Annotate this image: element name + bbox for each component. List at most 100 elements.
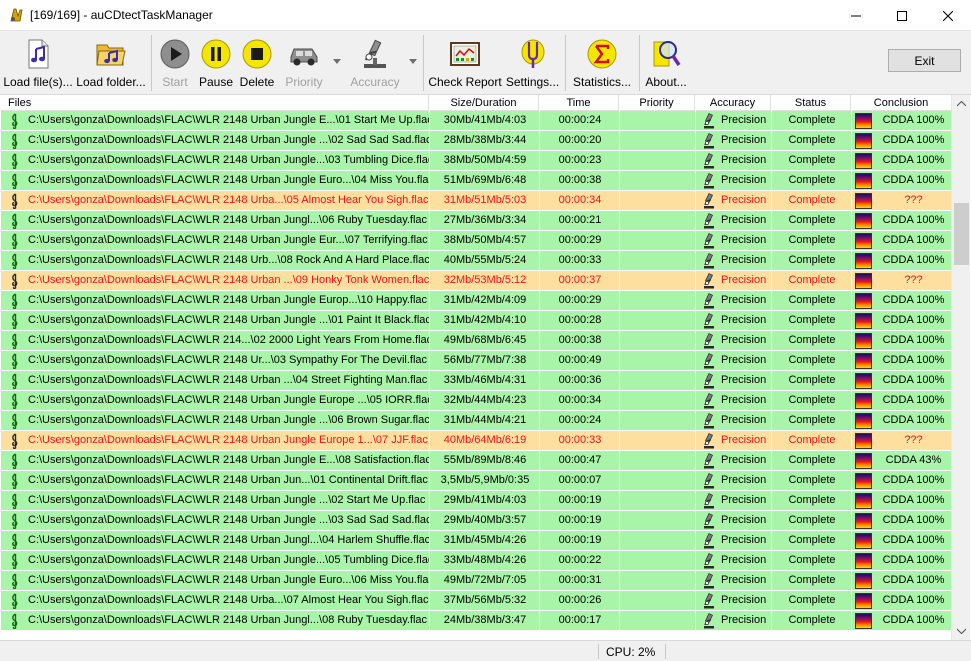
table-row[interactable]: C:\Users\gonza\Downloads\FLAC\WLR 2148 U… — [1, 311, 951, 331]
clef-icon — [9, 193, 21, 210]
table-row[interactable]: C:\Users\gonza\Downloads\FLAC\WLR 2148 U… — [1, 211, 951, 231]
spectrogram-icon[interactable] — [855, 253, 872, 269]
table-row[interactable]: C:\Users\gonza\Downloads\FLAC\WLR 2148 U… — [1, 491, 951, 511]
spectrogram-icon[interactable] — [855, 513, 872, 529]
table-row[interactable]: C:\Users\gonza\Downloads\FLAC\WLR 2148 U… — [1, 251, 951, 271]
column-header-size[interactable]: Size/Duration — [429, 95, 539, 111]
priority-cell — [620, 211, 696, 230]
file-path: C:\Users\gonza\Downloads\FLAC\WLR 2148 U… — [28, 494, 426, 506]
spectrogram-icon[interactable] — [855, 373, 872, 389]
column-header-conclusion[interactable]: Conclusion — [851, 95, 951, 111]
spectrogram-icon[interactable] — [855, 113, 872, 129]
spectrogram-icon[interactable] — [855, 553, 872, 569]
clef-icon — [9, 533, 21, 550]
table-row[interactable]: C:\Users\gonza\Downloads\FLAC\WLR 2148 U… — [1, 371, 951, 391]
file-path: C:\Users\gonza\Downloads\FLAC\WLR 2148 U… — [28, 514, 430, 526]
table-row[interactable]: C:\Users\gonza\Downloads\FLAC\WLR 2148 U… — [1, 531, 951, 551]
table-row[interactable]: C:\Users\gonza\Downloads\FLAC\WLR 2148 U… — [1, 291, 951, 311]
table-row[interactable]: C:\Users\gonza\Downloads\FLAC\WLR 2148 U… — [1, 191, 951, 211]
task-list[interactable]: Files Size/Duration Time Priority Accura… — [1, 95, 951, 640]
toolbar-separator — [639, 35, 640, 91]
spectrogram-icon[interactable] — [855, 193, 872, 209]
scroll-up-icon[interactable] — [957, 101, 966, 107]
spectrogram-icon[interactable] — [855, 233, 872, 249]
elapsed-time: 00:00:36 — [558, 374, 602, 386]
table-row[interactable]: C:\Users\gonza\Downloads\FLAC\WLR 2148 U… — [1, 391, 951, 411]
exit-button[interactable]: Exit — [888, 49, 961, 72]
about-button[interactable]: About... — [643, 31, 689, 93]
spectrogram-icon[interactable] — [855, 173, 872, 189]
table-row[interactable]: C:\Users\gonza\Downloads\FLAC\WLR 2148 U… — [1, 131, 951, 151]
vertical-scrollbar[interactable] — [951, 95, 970, 640]
statistics-button[interactable]: Statistics... — [571, 31, 633, 93]
table-row[interactable]: C:\Users\gonza\Downloads\FLAC\WLR 2148 U… — [1, 231, 951, 251]
stop-icon — [242, 39, 272, 69]
close-button[interactable] — [925, 0, 971, 31]
microscope-icon — [702, 213, 716, 229]
table-row[interactable]: C:\Users\gonza\Downloads\FLAC\WLR 2148 U… — [1, 351, 951, 371]
accuracy-dropdown-icon[interactable] — [409, 59, 417, 65]
spectrogram-icon[interactable] — [855, 133, 872, 149]
spectrogram-icon[interactable] — [855, 433, 872, 449]
table-row[interactable]: C:\Users\gonza\Downloads\FLAC\WLR 2148 U… — [1, 451, 951, 471]
priority-cell — [620, 251, 696, 270]
spectrogram-icon[interactable] — [855, 313, 872, 329]
table-row[interactable]: C:\Users\gonza\Downloads\FLAC\WLR 2148 U… — [1, 411, 951, 431]
spectrogram-icon[interactable] — [855, 293, 872, 309]
file-path: C:\Users\gonza\Downloads\FLAC\WLR 2148 U… — [28, 434, 428, 446]
window-title: [169/169] - auCDtectTaskManager — [30, 8, 213, 22]
column-header-time[interactable]: Time — [539, 95, 619, 111]
spectrogram-icon[interactable] — [855, 453, 872, 469]
table-row[interactable]: C:\Users\gonza\Downloads\FLAC\WLR 2148 U… — [1, 471, 951, 491]
spectrogram-icon[interactable] — [855, 393, 872, 409]
settings-button[interactable]: Settings... — [505, 31, 560, 93]
spectrogram-icon[interactable] — [855, 493, 872, 509]
maximize-button[interactable] — [879, 0, 925, 31]
spectrogram-icon[interactable] — [855, 273, 872, 289]
column-header-files[interactable]: Files — [1, 95, 429, 111]
table-row[interactable]: C:\Users\gonza\Downloads\FLAC\WLR 2148 U… — [1, 551, 951, 571]
accuracy-label: Accuracy — [350, 75, 400, 89]
pause-button[interactable]: Pause — [196, 31, 236, 93]
accuracy-button[interactable]: Accuracy — [349, 31, 401, 93]
column-header-status[interactable]: Status — [771, 95, 851, 111]
column-header-accuracy[interactable]: Accuracy — [695, 95, 771, 111]
column-header-priority[interactable]: Priority — [619, 95, 695, 111]
spectrogram-icon[interactable] — [855, 533, 872, 549]
elapsed-time: 00:00:26 — [558, 594, 602, 606]
spectrogram-icon[interactable] — [855, 153, 872, 169]
clef-icon — [9, 593, 21, 610]
delete-button[interactable]: Delete — [237, 31, 277, 93]
spectrogram-icon[interactable] — [855, 473, 872, 489]
priority-button[interactable]: Priority — [280, 31, 328, 93]
spectrogram-icon[interactable] — [855, 213, 872, 229]
minimize-button[interactable] — [833, 0, 879, 31]
column-divider — [771, 95, 772, 640]
table-row[interactable]: C:\Users\gonza\Downloads\FLAC\WLR 2148 U… — [1, 571, 951, 591]
table-row[interactable]: C:\Users\gonza\Downloads\FLAC\WLR 2148 U… — [1, 271, 951, 291]
table-row[interactable]: C:\Users\gonza\Downloads\FLAC\WLR 2148 U… — [1, 171, 951, 191]
scroll-down-icon[interactable] — [957, 628, 966, 634]
load-files-button[interactable]: Load file(s)... — [3, 31, 73, 93]
spectrogram-icon[interactable] — [855, 413, 872, 429]
table-row[interactable]: C:\Users\gonza\Downloads\FLAC\WLR 2148 U… — [1, 431, 951, 451]
scroll-thumb[interactable] — [954, 203, 969, 265]
start-button[interactable]: Start — [155, 31, 195, 93]
table-row[interactable]: C:\Users\gonza\Downloads\FLAC\WLR 214...… — [1, 331, 951, 351]
table-row[interactable]: C:\Users\gonza\Downloads\FLAC\WLR 2148 U… — [1, 151, 951, 171]
spectrogram-icon[interactable] — [855, 353, 872, 369]
spectrogram-icon[interactable] — [855, 593, 872, 609]
table-row[interactable]: C:\Users\gonza\Downloads\FLAC\WLR 2148 U… — [1, 611, 951, 631]
table-row[interactable]: C:\Users\gonza\Downloads\FLAC\WLR 2148 U… — [1, 111, 951, 131]
table-row[interactable]: C:\Users\gonza\Downloads\FLAC\WLR 2148 U… — [1, 511, 951, 531]
microscope-icon — [702, 233, 716, 249]
check-report-button[interactable]: Check Report — [428, 31, 502, 93]
elapsed-time: 00:00:07 — [558, 474, 602, 486]
spectrogram-icon[interactable] — [855, 613, 872, 629]
spectrogram-icon[interactable] — [855, 333, 872, 349]
load-folder-button[interactable]: Load folder... — [76, 31, 146, 93]
clef-icon — [9, 253, 21, 270]
priority-dropdown-icon[interactable] — [333, 59, 341, 65]
spectrogram-icon[interactable] — [855, 573, 872, 589]
table-row[interactable]: C:\Users\gonza\Downloads\FLAC\WLR 2148 U… — [1, 591, 951, 611]
